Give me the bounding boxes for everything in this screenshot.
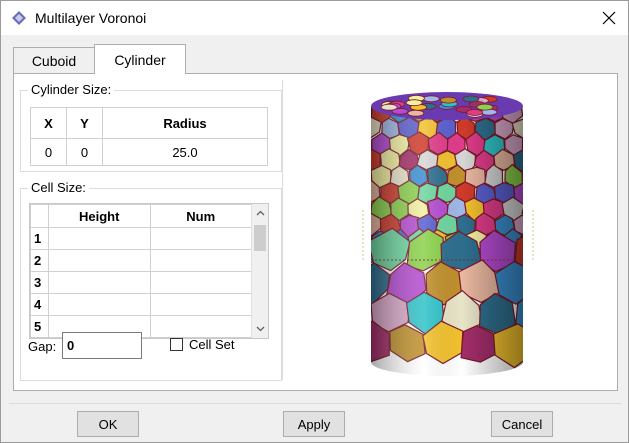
scroll-up-button[interactable] [252, 204, 268, 221]
voronoi-cell [521, 195, 523, 221]
header-y: Y [65, 107, 103, 139]
voronoi-top-cell [476, 103, 494, 111]
voronoi-cell [524, 102, 542, 123]
cell-num[interactable] [149, 271, 252, 294]
row-number: 4 [30, 293, 49, 316]
voronoi-cell [522, 133, 523, 156]
corner-header [30, 204, 49, 228]
cylinder-size-table: X Y Radius 0 0 25.0 [30, 107, 269, 166]
close-icon [602, 11, 616, 25]
tab-panel: Cylinder Size: X Y Radius 0 0 25.0 Cell … [13, 73, 618, 391]
cell-size-table-container: Height Num 1 2 3 4 5 [29, 203, 269, 339]
vertical-scrollbar[interactable] [251, 204, 268, 338]
voronoi-cell [331, 293, 370, 337]
close-button[interactable] [596, 5, 622, 31]
scroll-down-button[interactable] [252, 320, 268, 337]
value-y[interactable]: 0 [65, 138, 103, 166]
cell-set-label: Cell Set [189, 337, 235, 352]
voronoi-top-cell [380, 103, 398, 111]
scroll-thumb[interactable] [254, 225, 266, 251]
voronoi-cell [520, 229, 523, 252]
dialog-window: Multilayer Voronoi Cuboid Cylinder Cylin… [0, 0, 629, 443]
row-number: 2 [30, 249, 49, 272]
cell-height[interactable] [47, 293, 151, 316]
cell-size-table: Height Num 1 2 3 4 5 [30, 204, 252, 338]
gap-input[interactable] [62, 332, 142, 359]
gap-label: Gap: [28, 339, 57, 354]
voronoi-top-cell [466, 109, 484, 116]
value-radius[interactable]: 25.0 [101, 138, 269, 166]
row-number: 3 [30, 271, 49, 294]
cell-set-checkbox[interactable] [170, 338, 183, 351]
tab-cuboid-label: Cuboid [31, 52, 77, 69]
voronoi-cylinder-image [331, 92, 542, 376]
app-icon [12, 11, 26, 25]
header-radius: Radius [101, 107, 269, 139]
cylinder-size-group: Cylinder Size: X Y Radius 0 0 25.0 [20, 82, 282, 172]
cell-num[interactable] [149, 227, 252, 250]
voronoi-cell [371, 131, 373, 156]
cell-num[interactable] [149, 315, 252, 338]
voronoi-cell [371, 106, 373, 123]
voronoi-cell [371, 230, 374, 254]
window-title: Multilayer Voronoi [35, 10, 147, 26]
chevron-down-icon [256, 326, 265, 331]
tab-cylinder[interactable]: Cylinder [94, 44, 186, 74]
row-number: 1 [30, 227, 49, 250]
apply-button[interactable]: Apply [283, 411, 345, 437]
voronoi-cell [521, 165, 523, 189]
voronoi-top-cell [439, 96, 457, 104]
row-number: 5 [30, 315, 49, 338]
title-bar: Multilayer Voronoi [1, 1, 628, 35]
voronoi-top-cell [422, 95, 440, 103]
footer-divider [9, 403, 621, 404]
value-x[interactable]: 0 [30, 138, 67, 166]
cylinder-preview [282, 80, 612, 380]
cell-height[interactable] [47, 249, 151, 272]
ok-button[interactable]: OK [77, 411, 139, 437]
chevron-up-icon [256, 210, 265, 215]
voronoi-cell [371, 195, 372, 221]
header-x: X [30, 107, 67, 139]
cell-size-label: Cell Size: [28, 180, 89, 195]
cancel-button[interactable]: Cancel [491, 411, 553, 437]
voronoi-top-cell [405, 99, 423, 107]
cell-num[interactable] [149, 293, 252, 316]
cell-height[interactable] [47, 271, 151, 294]
voronoi-top-cell [462, 95, 480, 103]
header-num: Num [149, 204, 252, 228]
header-height: Height [47, 204, 151, 228]
cylinder-size-label: Cylinder Size: [28, 82, 115, 97]
cell-size-group: Cell Size: Height Num 1 2 3 4 5 [20, 180, 282, 381]
cell-height[interactable] [47, 227, 151, 250]
cell-num[interactable] [149, 249, 252, 272]
tab-cuboid[interactable]: Cuboid [13, 47, 95, 73]
voronoi-top-cell [407, 109, 425, 117]
tab-cylinder-label: Cylinder [114, 51, 166, 68]
voronoi-cell [371, 228, 374, 275]
voronoi-cell [371, 163, 372, 188]
